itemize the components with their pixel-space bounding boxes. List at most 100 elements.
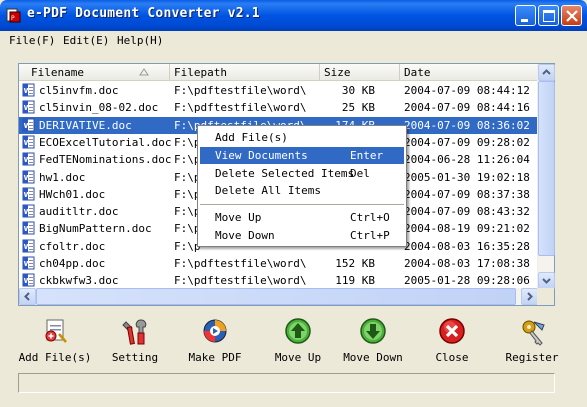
close-window-button[interactable] — [561, 5, 582, 26]
cell-filename: DERIVATIVE.doc — [39, 119, 132, 132]
svg-text:P: P — [11, 15, 15, 22]
word-document-icon: W — [22, 239, 35, 253]
ctx-shortcut: Del — [350, 167, 370, 180]
chevron-left-icon — [24, 292, 30, 301]
word-document-icon: W — [22, 187, 35, 201]
title-bar[interactable]: P e-PDF Document Converter v2.1 — [0, 0, 587, 31]
button-label: Setting — [111, 351, 159, 364]
word-document-icon: W — [22, 135, 35, 149]
cell-filepath: F:\pdftestfile\word\ — [174, 101, 307, 114]
cell-size: 119 KB — [335, 274, 375, 287]
menu-help[interactable]: Help(H) — [117, 34, 163, 47]
cell-filename: hw1.doc — [39, 171, 86, 184]
make-pdf-button[interactable]: Make PDF — [175, 310, 255, 370]
minimize-icon — [521, 19, 528, 22]
cell-date: 2004-07-09 08:43:32 — [404, 205, 530, 218]
menu-bar: File(F) Edit(E) Help(H) — [4, 31, 583, 50]
column-header-size[interactable]: Size — [320, 64, 400, 81]
ctx-delete-all[interactable]: Delete All Items — [200, 182, 404, 199]
chevron-up-icon — [542, 69, 551, 75]
word-document-icon: W — [22, 256, 35, 270]
scroll-up-button[interactable] — [538, 64, 555, 81]
arrow-down-icon — [360, 318, 386, 344]
vertical-scroll-thumb[interactable] — [538, 81, 555, 256]
table-row[interactable]: Wckbkwfw3.doc F:\pdftestfile\word\ 119 KB 2… — [19, 272, 538, 289]
make-pdf-icon — [203, 319, 227, 343]
table-row[interactable]: Wch04pp.doc F:\pdftestfile\word\ 152 KB 200… — [19, 255, 538, 272]
close-icon — [439, 318, 465, 344]
cell-filename: ch04pp.doc — [39, 257, 106, 270]
word-document-icon: W — [22, 204, 35, 218]
column-header-date[interactable]: Date — [400, 64, 550, 81]
ctx-shortcut: Ctrl+P — [350, 229, 390, 242]
move-up-button[interactable]: Move Up — [258, 310, 338, 370]
column-label: Filename — [31, 66, 84, 79]
column-label: Date — [404, 66, 431, 79]
setting-button[interactable]: Setting — [95, 310, 175, 370]
button-label: Move Up — [274, 351, 322, 364]
cell-filename: ECOExcelTutorial.doc — [39, 136, 172, 149]
ctx-label: Move Down — [215, 229, 275, 242]
register-button[interactable]: Register — [492, 310, 572, 370]
ctx-label: Move Up — [215, 211, 262, 224]
cell-date: 2004-07-09 08:44:12 — [404, 84, 530, 97]
cell-filename: cl5invfm.doc — [39, 84, 119, 97]
ctx-label: Delete All Items — [215, 184, 321, 197]
cell-filename: ckbkwfw3.doc — [39, 274, 119, 287]
cell-date: 2004-08-19 09:21:02 — [404, 222, 530, 235]
cell-size: 30 KB — [341, 84, 375, 97]
cell-date: 2004-07-09 08:36:02 — [404, 119, 530, 132]
column-label: Filepath — [174, 66, 227, 79]
scroll-down-button[interactable] — [538, 272, 555, 289]
cell-date: 2005-01-28 09:28:06 — [404, 274, 530, 287]
cell-date: 2004-06-28 11:26:04 — [404, 153, 530, 166]
context-menu: Add File(s) View Documents Enter Delete … — [197, 125, 407, 247]
vertical-scrollbar[interactable] — [537, 64, 555, 289]
move-down-button[interactable]: Move Down — [333, 310, 413, 370]
word-document-icon: W — [22, 152, 35, 166]
cell-date: 2005-01-30 19:02:18 — [404, 171, 530, 184]
word-document-icon: W — [22, 83, 35, 97]
app-icon: P — [6, 8, 21, 23]
horizontal-scroll-thumb[interactable] — [36, 288, 516, 305]
minimize-button[interactable] — [515, 5, 536, 26]
toolbar: Add File(s) Setting Make PDF Move Up Mov… — [0, 310, 587, 370]
cell-date: 2004-07-09 09:28:02 — [404, 136, 530, 149]
cell-filename: auditltr.doc — [39, 205, 119, 218]
cell-filepath: F:\pdftestfile\word\ — [174, 84, 307, 97]
maximize-button[interactable] — [538, 5, 559, 26]
table-row[interactable]: Wcl5invin_08-02.doc F:\pdftestfile\word\ 2… — [19, 99, 538, 116]
column-header-filepath[interactable]: Filepath — [170, 64, 320, 81]
tools-icon — [122, 319, 147, 345]
cell-date: 2004-07-09 08:44:16 — [404, 101, 530, 114]
column-label: Size — [324, 66, 351, 79]
ctx-move-up[interactable]: Move Up Ctrl+O — [200, 209, 404, 226]
maximize-icon — [543, 10, 555, 22]
menu-file[interactable]: File(F) — [9, 34, 55, 47]
word-document-icon: W — [22, 118, 35, 132]
scroll-left-button[interactable] — [19, 288, 36, 305]
add-files-icon — [45, 319, 67, 343]
scroll-right-button[interactable] — [521, 288, 538, 305]
horizontal-scrollbar[interactable] — [19, 288, 538, 305]
ctx-move-down[interactable]: Move Down Ctrl+P — [200, 227, 404, 244]
cell-filename: cfoltr.doc — [39, 240, 106, 253]
ctx-separator — [200, 204, 404, 205]
close-icon — [566, 10, 578, 22]
cell-date: 2004-07-09 08:37:38 — [404, 188, 530, 201]
arrow-up-icon — [285, 318, 311, 344]
menu-edit[interactable]: Edit(E) — [63, 34, 109, 47]
ctx-view-documents[interactable]: View Documents Enter — [200, 147, 404, 164]
add-files-button[interactable]: Add File(s) — [15, 310, 95, 370]
ctx-add-files[interactable]: Add File(s) — [200, 129, 404, 146]
ctx-delete-selected[interactable]: Delete Selected Items Del — [200, 165, 404, 182]
cell-filename: FedTENominations.doc — [39, 153, 172, 166]
scrollbar-corner — [537, 288, 554, 305]
status-bar — [18, 373, 555, 393]
column-header-filename[interactable]: Filename — [19, 64, 170, 81]
ctx-shortcut: Enter — [350, 149, 384, 162]
table-row[interactable]: Wcl5invfm.doc F:\pdftestfile\word\ 30 KB 20… — [19, 82, 538, 99]
close-button[interactable]: Close — [412, 310, 492, 370]
register-icon — [522, 320, 545, 346]
button-label: Add File(s) — [18, 351, 92, 364]
